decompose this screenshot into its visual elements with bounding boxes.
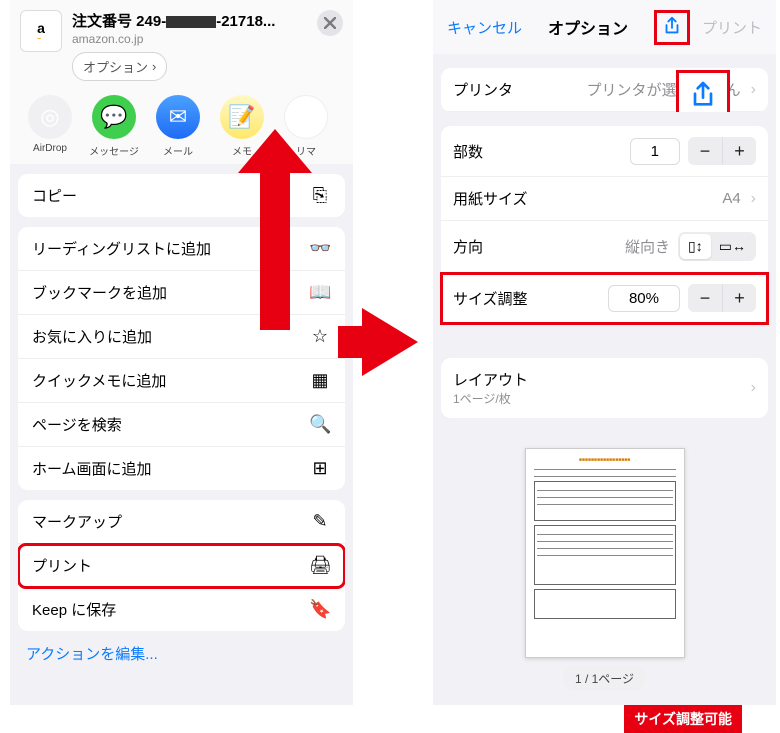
share-target-messages[interactable]: 💬メッセージ [82, 95, 146, 158]
page-counter: 1 / 1ページ [563, 666, 646, 691]
annotation-up-arrow [260, 165, 290, 330]
action-quicknote[interactable]: クイックメモに追加▦ [18, 359, 345, 403]
share-target-airdrop[interactable]: ◎AirDrop [18, 95, 82, 158]
quicknote-icon: ▦ [309, 370, 331, 391]
layout-group: レイアウト 1ページ/枚 › [441, 358, 768, 418]
action-markup[interactable]: マークアップ✎ [18, 500, 345, 544]
action-keep[interactable]: Keep に保存🔖 [18, 588, 345, 631]
chevron-right-icon: › [751, 379, 756, 397]
action-group-3: マークアップ✎ プリント🖨 Keep に保存🔖 [18, 500, 345, 631]
action-print[interactable]: プリント🖨 [18, 544, 345, 588]
markup-icon: ✎ [309, 511, 331, 532]
copies-row: 部数 1 − + [441, 126, 768, 177]
scale-plus-button[interactable]: + [722, 284, 756, 312]
action-reading-list[interactable]: リーディングリストに追加👓 [18, 227, 345, 271]
amazon-smile-icon: ⌣ [37, 36, 45, 43]
share-page-domain: amazon.co.jp [72, 32, 317, 46]
layout-row[interactable]: レイアウト 1ページ/枚 › [441, 358, 768, 418]
close-button[interactable] [317, 10, 343, 36]
share-target-mail[interactable]: ✉メール [146, 95, 210, 158]
preview-page-thumbnail: ■■■■■■■■■■■■■■■■■ [525, 448, 685, 658]
orientation-landscape-button[interactable]: ▭↔ [711, 234, 754, 259]
star-icon: ☆ [309, 326, 331, 347]
book-icon: 📖 [309, 282, 331, 303]
print-button-disabled: プリント [702, 17, 762, 38]
print-preview[interactable]: ■■■■■■■■■■■■■■■■■ 1 / 1ページ [525, 448, 685, 691]
chevron-right-icon: › [751, 81, 756, 99]
annotation-box-share-inline [676, 70, 730, 112]
action-add-homescreen[interactable]: ホーム画面に追加⊞ [18, 447, 345, 490]
page-title: オプション [548, 15, 628, 39]
print-settings-group: 部数 1 − + 用紙サイズ A4› 方向 縦向き ▯↕ ▭↔ [441, 126, 768, 324]
layout-sublabel: 1ページ/枚 [453, 390, 528, 407]
site-letter: a [37, 20, 45, 36]
share-page-title: 注文番号 249--21718... [72, 10, 317, 31]
copies-stepper: − + [688, 137, 756, 165]
orientation-row: 方向 縦向き ▯↕ ▭↔ [441, 221, 768, 273]
add-home-icon: ⊞ [309, 458, 331, 479]
action-group-1: コピー⎘ [18, 174, 345, 217]
action-copy[interactable]: コピー⎘ [18, 174, 345, 217]
share-options-chip[interactable]: オプション› [72, 52, 167, 81]
chevron-right-icon: › [751, 190, 756, 208]
search-on-page-icon: 🔍 [309, 414, 331, 435]
printer-group: プリンタ プリンタが選択さ せん› [441, 68, 768, 112]
share-icon[interactable] [687, 79, 719, 111]
mail-icon: ✉ [156, 95, 200, 139]
annotation-box-share-top [654, 10, 690, 45]
site-favicon: a ⌣ [20, 10, 62, 52]
action-bookmark[interactable]: ブックマークを追加📖 [18, 271, 345, 315]
paper-size-value: A4 [722, 190, 740, 207]
scale-stepper: − + [688, 284, 756, 312]
share-sheet-screen: a ⌣ 注文番号 249--21718... amazon.co.jp オプショ… [10, 0, 353, 705]
paper-size-row[interactable]: 用紙サイズ A4› [441, 177, 768, 221]
scale-minus-button[interactable]: − [688, 284, 722, 312]
share-header: a ⌣ 注文番号 249--21718... amazon.co.jp オプショ… [10, 0, 353, 89]
orientation-value: 縦向き [625, 236, 670, 257]
action-find[interactable]: ページを検索🔍 [18, 403, 345, 447]
layout-label: レイアウト [453, 369, 528, 390]
share-icon[interactable] [661, 15, 683, 37]
bookmark-solid-icon: 🔖 [309, 599, 331, 620]
scale-row: サイズ調整 80% − + [441, 273, 768, 324]
copies-minus-button[interactable]: − [688, 137, 722, 165]
print-icon: 🖨 [309, 555, 331, 576]
copies-plus-button[interactable]: + [722, 137, 756, 165]
airdrop-icon: ◎ [28, 95, 72, 139]
navbar: キャンセル オプション プリント [433, 0, 776, 54]
scale-value[interactable]: 80% [608, 285, 680, 312]
annotation-scale-banner: サイズ調整可能 [624, 705, 742, 733]
orientation-portrait-button[interactable]: ▯↕ [680, 234, 711, 259]
print-options-screen: キャンセル オプション プリント プリンタ プリンタが選択さ せん› 部数 [433, 0, 776, 705]
cancel-button[interactable]: キャンセル [447, 17, 522, 38]
glasses-icon: 👓 [309, 238, 331, 259]
action-favorite[interactable]: お気に入りに追加☆ [18, 315, 345, 359]
annotation-right-arrow [362, 308, 418, 376]
action-group-2: リーディングリストに追加👓 ブックマークを追加📖 お気に入りに追加☆ クイックメ… [18, 227, 345, 490]
orientation-segmented: ▯↕ ▭↔ [678, 232, 756, 261]
copies-value[interactable]: 1 [630, 138, 680, 165]
messages-icon: 💬 [92, 95, 136, 139]
copy-icon: ⎘ [309, 185, 331, 206]
edit-actions-link[interactable]: アクションを編集... [10, 631, 353, 676]
